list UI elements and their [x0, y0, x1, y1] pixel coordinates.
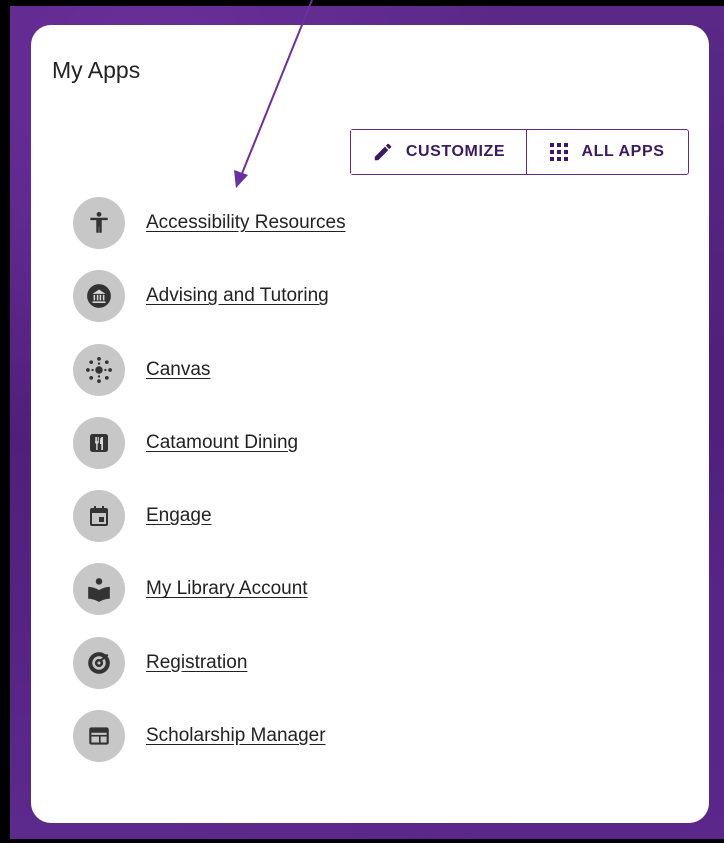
building-icon	[73, 270, 125, 323]
list-item: Advising and Tutoring	[73, 270, 346, 323]
list-item: Accessibility Resources	[73, 197, 346, 249]
all-apps-label: ALL APPS	[581, 143, 665, 160]
canvas-icon	[73, 343, 125, 396]
list-item: My Library Account	[73, 563, 346, 616]
accessibility-icon	[73, 197, 125, 249]
my-apps-card: My Apps CUSTOMIZE ALL APPS Accessibility…	[31, 25, 709, 823]
app-link-advising-and-tutoring[interactable]: Advising and Tutoring	[146, 285, 329, 307]
dining-icon	[73, 416, 125, 469]
list-item: Catamount Dining	[73, 416, 346, 469]
toolbar: CUSTOMIZE ALL APPS	[350, 129, 689, 175]
registration-icon	[73, 636, 125, 689]
customize-button[interactable]: CUSTOMIZE	[351, 130, 527, 174]
app-link-accessibility-resources[interactable]: Accessibility Resources	[146, 212, 346, 234]
app-link-my-library-account[interactable]: My Library Account	[146, 578, 308, 600]
list-item: Scholarship Manager	[73, 710, 346, 763]
app-link-catamount-dining[interactable]: Catamount Dining	[146, 432, 298, 454]
list-item: Canvas	[73, 343, 346, 396]
card-title: My Apps	[52, 57, 141, 83]
app-link-engage[interactable]: Engage	[146, 505, 212, 527]
app-link-registration[interactable]: Registration	[146, 652, 247, 674]
app-link-scholarship-manager[interactable]: Scholarship Manager	[146, 725, 326, 747]
customize-label: CUSTOMIZE	[405, 143, 506, 160]
list-item: Engage	[73, 490, 346, 543]
app-list: Accessibility Resources Advising and Tut…	[73, 197, 346, 783]
list-item: Registration	[73, 636, 346, 689]
grid-icon	[549, 142, 569, 162]
reader-icon	[73, 563, 125, 616]
app-link-canvas[interactable]: Canvas	[146, 359, 210, 381]
pencil-icon	[372, 141, 394, 163]
all-apps-button[interactable]: ALL APPS	[527, 130, 687, 174]
calendar-icon	[73, 490, 125, 543]
window-icon	[73, 710, 125, 763]
